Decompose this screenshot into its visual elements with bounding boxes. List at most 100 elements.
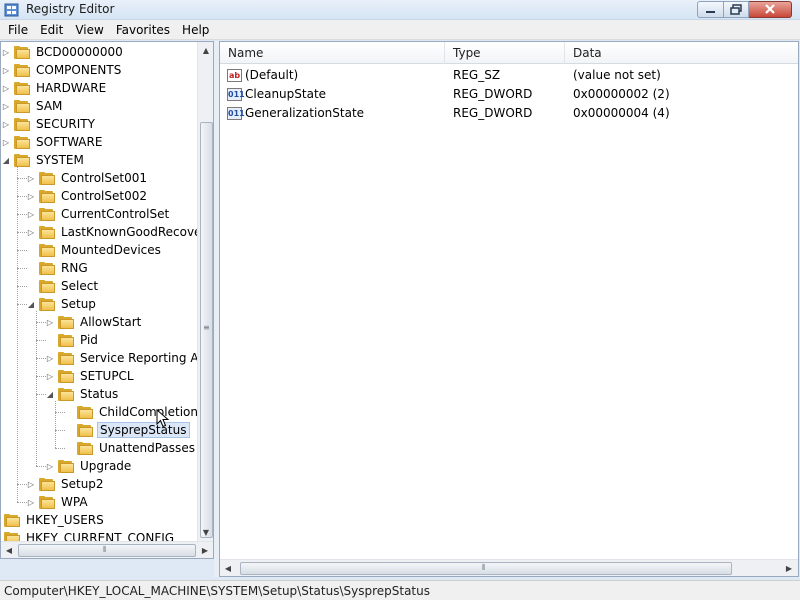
expand-arrow-icon[interactable]: ▷	[1, 65, 11, 75]
column-header-type[interactable]: Type	[445, 42, 565, 64]
window-title: Registry Editor	[26, 2, 115, 16]
expand-arrow-icon[interactable]: ▷	[45, 353, 55, 363]
tree-item-label: Select	[61, 279, 99, 293]
expand-arrow-icon[interactable]: ▷	[1, 101, 11, 111]
folder-icon	[14, 135, 30, 149]
tree-item-unattendpasses[interactable]: UnattendPasses	[64, 439, 197, 457]
menu-help[interactable]: Help	[176, 21, 215, 39]
scroll-right-arrow-icon[interactable]: ▶	[197, 542, 213, 558]
tree-item-mounteddevices[interactable]: MountedDevices	[26, 241, 163, 259]
tree-item-upgrade[interactable]: ▷ Upgrade	[45, 457, 133, 475]
expand-arrow-icon[interactable]: ▷	[26, 209, 36, 219]
collapse-arrow-icon[interactable]: ◢	[26, 299, 36, 309]
scroll-left-arrow-icon[interactable]: ◀	[1, 542, 17, 558]
folder-icon	[58, 369, 74, 383]
value-row[interactable]: ab (Default) REG_SZ (value not set)	[220, 66, 798, 85]
tree-item-label: HKEY_USERS	[26, 513, 104, 527]
tree-item-sam[interactable]: ▷ SAM	[1, 97, 64, 115]
tree-item-label: Upgrade	[80, 459, 132, 473]
folder-icon	[14, 45, 30, 59]
list-horizontal-scroll-thumb[interactable]: ⦀	[240, 562, 732, 575]
tree-item-setupcl[interactable]: ▷ SETUPCL	[45, 367, 136, 385]
tree-item-controlset002[interactable]: ▷ ControlSet002	[26, 187, 149, 205]
maximize-button[interactable]	[724, 1, 749, 18]
expand-arrow-icon[interactable]: ▷	[26, 227, 36, 237]
tree-item-sysprepstatus[interactable]: SysprepStatus	[64, 421, 190, 439]
column-header-name[interactable]: Name	[220, 42, 445, 64]
tree-item-setup[interactable]: ◢ Setup	[26, 295, 98, 313]
collapse-arrow-icon[interactable]: ◢	[1, 155, 11, 165]
tree-item-hardware[interactable]: ▷ HARDWARE	[1, 79, 108, 97]
tree-item-childcompletion[interactable]: ChildCompletion	[64, 403, 200, 421]
tree-horizontal-scrollbar[interactable]: ◀ ⦀ ▶	[1, 541, 213, 558]
tree-item-rng[interactable]: RNG	[26, 259, 90, 277]
tree-item-currentcontrolset[interactable]: ▷ CurrentControlSet	[26, 205, 171, 223]
menu-favorites[interactable]: Favorites	[110, 21, 176, 39]
expand-arrow-icon[interactable]: ▷	[1, 83, 11, 93]
key-tree-pane[interactable]: ▷ BCD00000000 ▷ COMPONENTS ▷ HARDWARE ▷ SAM ▷ SEC…	[0, 41, 214, 559]
tree-item-status[interactable]: ◢ Status	[45, 385, 120, 403]
tree-item-hkey-users[interactable]: HKEY_USERS	[1, 511, 106, 529]
folder-icon	[58, 333, 74, 347]
menu-file[interactable]: File	[2, 21, 34, 39]
expand-arrow-icon[interactable]: ▷	[26, 173, 36, 183]
menu-edit[interactable]: Edit	[34, 21, 69, 39]
tree-item-wpa[interactable]: ▷ WPA	[26, 493, 90, 511]
value-row[interactable]: 011 GeneralizationState REG_DWORD 0x0000000…	[220, 104, 798, 123]
expand-arrow-icon[interactable]: ▷	[26, 497, 36, 507]
folder-icon	[39, 189, 55, 203]
tree-vertical-scrollbar[interactable]: ▲ ≡ ▼	[197, 42, 213, 541]
tree-item-software[interactable]: ▷ SOFTWARE	[1, 133, 104, 151]
tree-item-service-reporting-api[interactable]: ▷ Service Reporting API	[45, 349, 211, 367]
tree-item-security[interactable]: ▷ SECURITY	[1, 115, 97, 133]
dword-value-icon: 011	[227, 88, 245, 101]
expand-arrow-icon[interactable]: ▷	[45, 371, 55, 381]
close-button[interactable]	[749, 1, 792, 18]
tree-item-label: AllowStart	[80, 315, 142, 329]
tree-vertical-scroll-thumb[interactable]: ≡	[200, 122, 213, 538]
minimize-button[interactable]	[697, 1, 724, 18]
tree-item-system[interactable]: ◢ SYSTEM	[1, 151, 86, 169]
column-header-data[interactable]: Data	[565, 42, 798, 64]
folder-icon	[39, 477, 55, 491]
expand-arrow-icon[interactable]: ▷	[1, 137, 11, 147]
tree-item-controlset001[interactable]: ▷ ControlSet001	[26, 169, 149, 187]
menu-view[interactable]: View	[69, 21, 109, 39]
scroll-up-arrow-icon[interactable]: ▲	[198, 42, 213, 58]
tree-item-label: UnattendPasses	[99, 441, 195, 455]
tree-item-bcd00000000[interactable]: ▷ BCD00000000	[1, 43, 125, 61]
collapse-arrow-icon[interactable]: ◢	[45, 389, 55, 399]
scroll-right-arrow-icon[interactable]: ▶	[781, 560, 797, 576]
folder-icon	[77, 405, 93, 419]
tree-horizontal-scroll-thumb[interactable]: ⦀	[18, 544, 196, 557]
list-horizontal-scrollbar[interactable]: ◀ ⦀ ▶	[220, 559, 798, 576]
tree-item-setup2[interactable]: ▷ Setup2	[26, 475, 106, 493]
tree-item-allowstart[interactable]: ▷ AllowStart	[45, 313, 143, 331]
expand-arrow-icon[interactable]: ▷	[45, 461, 55, 471]
tree-item-pid[interactable]: Pid	[45, 331, 100, 349]
status-bar: Computer\HKEY_LOCAL_MACHINE\SYSTEM\Setup…	[0, 580, 800, 600]
folder-icon	[14, 63, 30, 77]
tree-item-label: MountedDevices	[61, 243, 161, 257]
expand-arrow-icon[interactable]: ▷	[26, 191, 36, 201]
tree-item-lastknowngoodrecovery[interactable]: ▷ LastKnownGoodRecovery	[26, 223, 213, 241]
value-name: GeneralizationState	[245, 106, 365, 120]
title-bar: Registry Editor	[0, 0, 800, 20]
expand-arrow-icon[interactable]: ▷	[26, 479, 36, 489]
scroll-down-arrow-icon[interactable]: ▼	[198, 524, 213, 540]
expand-arrow-icon[interactable]: ▷	[1, 119, 11, 129]
expand-arrow-icon[interactable]: ▷	[1, 47, 11, 57]
tree-item-components[interactable]: ▷ COMPONENTS	[1, 61, 123, 79]
folder-icon	[39, 171, 55, 185]
value-name: CleanupState	[245, 87, 327, 101]
value-row[interactable]: 011 CleanupState REG_DWORD 0x00000002 (2)	[220, 85, 798, 104]
expand-arrow-icon[interactable]: ▷	[45, 317, 55, 327]
scroll-left-arrow-icon[interactable]: ◀	[220, 560, 236, 576]
value-data: (value not set)	[573, 68, 661, 82]
value-type: REG_SZ	[453, 68, 501, 82]
values-list-pane[interactable]: Name Type Data ab (Default) REG_SZ (value n…	[219, 41, 799, 577]
tree-item-select[interactable]: Select	[26, 277, 100, 295]
